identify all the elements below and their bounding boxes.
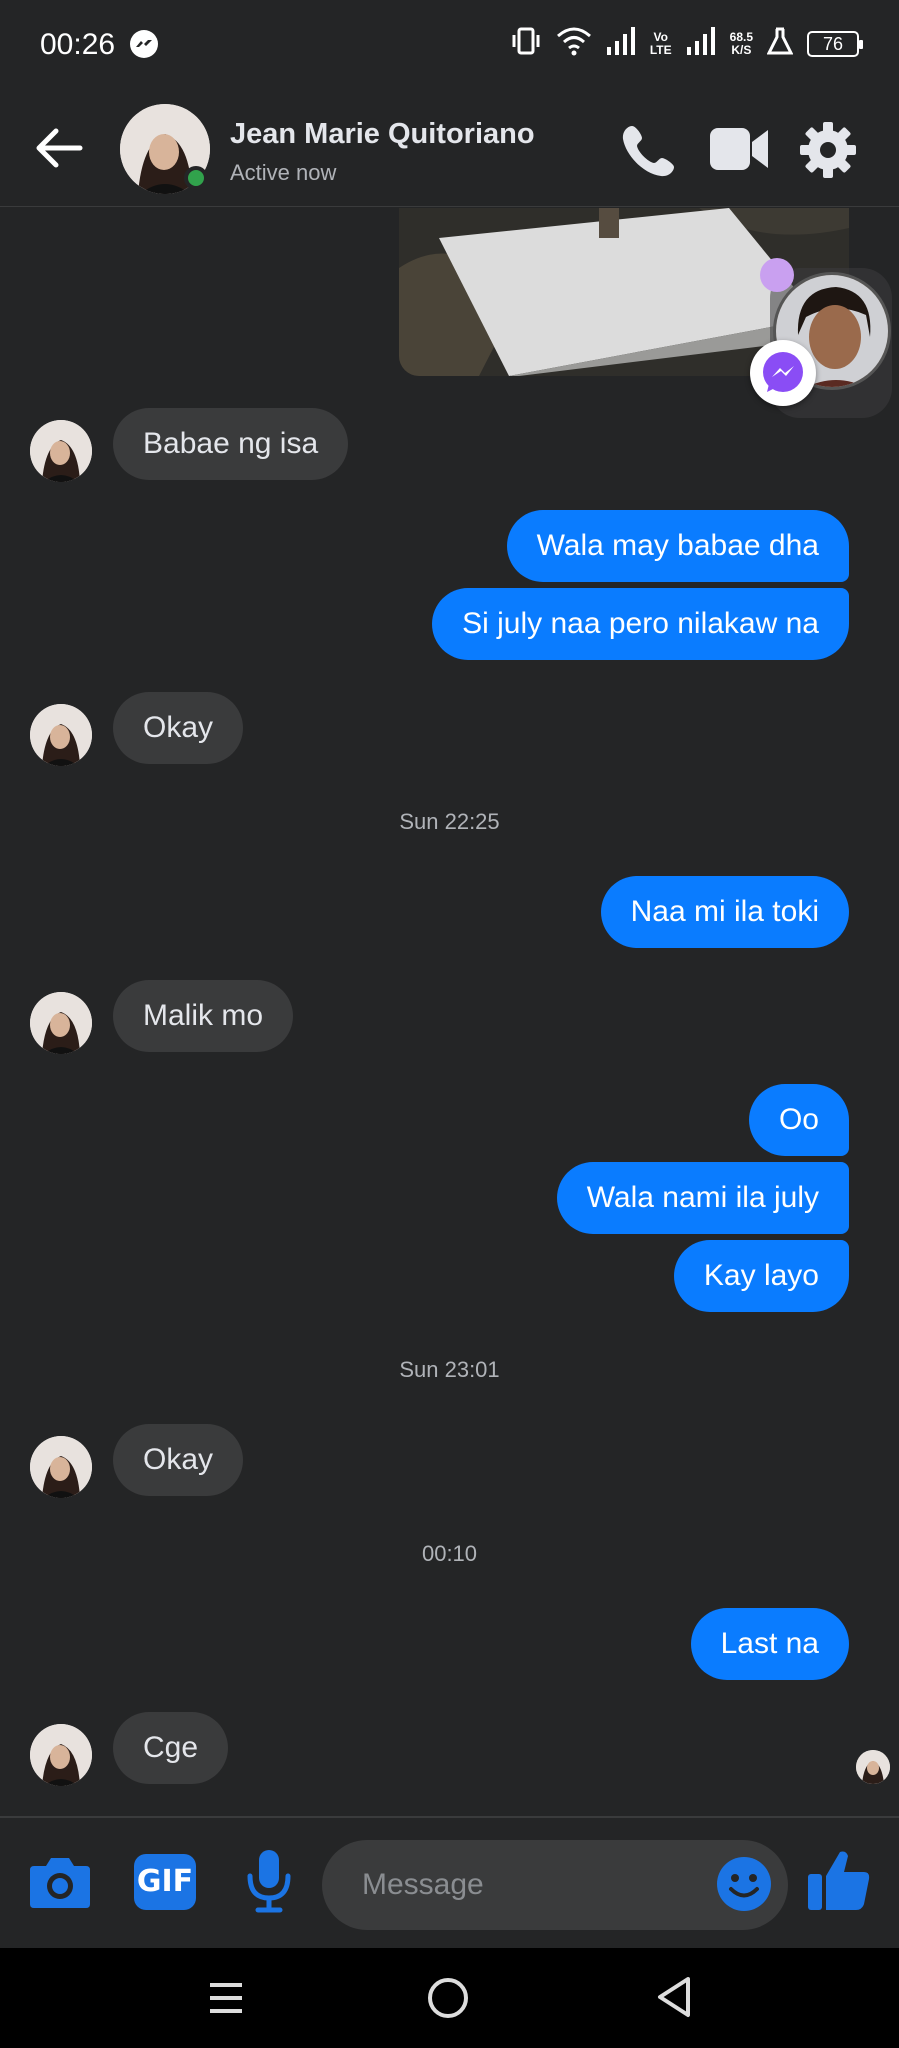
phone-icon[interactable] xyxy=(618,122,678,185)
message-bubble-outgoing[interactable]: Last na xyxy=(690,1608,849,1680)
message-bubble-outgoing[interactable]: Wala may babae dha xyxy=(506,510,849,582)
online-status-dot xyxy=(184,166,208,190)
signal-icon-2 xyxy=(686,27,716,60)
message-bubble-incoming[interactable]: Okay xyxy=(113,1424,244,1496)
sender-avatar[interactable] xyxy=(30,992,92,1054)
wifi-icon xyxy=(556,26,592,61)
back-arrow-icon[interactable] xyxy=(34,126,84,170)
message-bubble-outgoing[interactable]: Oo xyxy=(748,1084,849,1156)
message-bubble-outgoing[interactable]: Naa mi ila toki xyxy=(600,876,849,948)
message-bubble-incoming[interactable]: Babae ng isa xyxy=(113,408,349,480)
seen-indicator-avatar xyxy=(856,1750,890,1784)
message-bubble-incoming[interactable]: Malik mo xyxy=(113,980,294,1052)
home-icon[interactable] xyxy=(428,1978,468,2018)
gif-icon[interactable]: GIF xyxy=(134,1854,196,1910)
timestamp: Sun 22:25 xyxy=(399,809,500,834)
timestamp: 00:10 xyxy=(421,1541,478,1566)
thumbs-up-icon[interactable] xyxy=(806,1848,872,1917)
messenger-notification-icon xyxy=(130,30,158,58)
system-navigation-bar xyxy=(0,1948,899,2048)
emoji-icon[interactable] xyxy=(716,1856,772,1917)
message-bubble-incoming[interactable]: Cge xyxy=(113,1712,229,1784)
messenger-icon xyxy=(750,340,816,406)
contact-status: Active now xyxy=(230,160,337,185)
signal-icon-1 xyxy=(606,27,636,60)
sender-avatar[interactable] xyxy=(30,704,92,766)
message-bubble-incoming[interactable]: Okay xyxy=(113,692,244,764)
message-bubble-outgoing[interactable]: Si july naa pero nilakaw na xyxy=(432,588,849,660)
message-bubble-outgoing[interactable]: Wala nami ila july xyxy=(556,1162,849,1234)
contact-name[interactable]: Jean Marie Quitoriano xyxy=(230,118,535,151)
flask-icon xyxy=(766,27,794,60)
status-bar: 00:26 Vo LTE 68.5 K/S 76 xyxy=(0,0,899,90)
system-back-icon[interactable] xyxy=(656,1976,692,2023)
recent-apps-icon[interactable] xyxy=(208,1980,244,2021)
message-list[interactable]: Babae ng isa Wala may babae dha Si july … xyxy=(0,208,899,1816)
vibrate-icon xyxy=(510,26,542,61)
status-time: 00:26 xyxy=(40,28,116,61)
message-bubble-outgoing[interactable]: Kay layo xyxy=(673,1240,849,1312)
message-composer: GIF xyxy=(0,1816,899,1948)
gear-icon[interactable] xyxy=(798,120,858,185)
sender-avatar[interactable] xyxy=(30,420,92,482)
microphone-icon[interactable] xyxy=(244,1848,294,1919)
conversation-header: Jean Marie Quitoriano Active now xyxy=(0,90,899,207)
battery-indicator: 76 xyxy=(807,30,863,57)
timestamp: Sun 23:01 xyxy=(399,1357,500,1382)
sender-avatar[interactable] xyxy=(30,1724,92,1786)
video-camera-icon[interactable] xyxy=(708,124,770,179)
chat-head-notification-dot xyxy=(760,258,794,292)
camera-icon[interactable] xyxy=(28,1854,92,1915)
status-icons: Vo LTE 68.5 K/S 76 xyxy=(510,26,863,61)
volte-indicator: Vo LTE xyxy=(649,29,672,57)
net-speed: 68.5 K/S xyxy=(729,29,753,57)
sender-avatar[interactable] xyxy=(30,1436,92,1498)
